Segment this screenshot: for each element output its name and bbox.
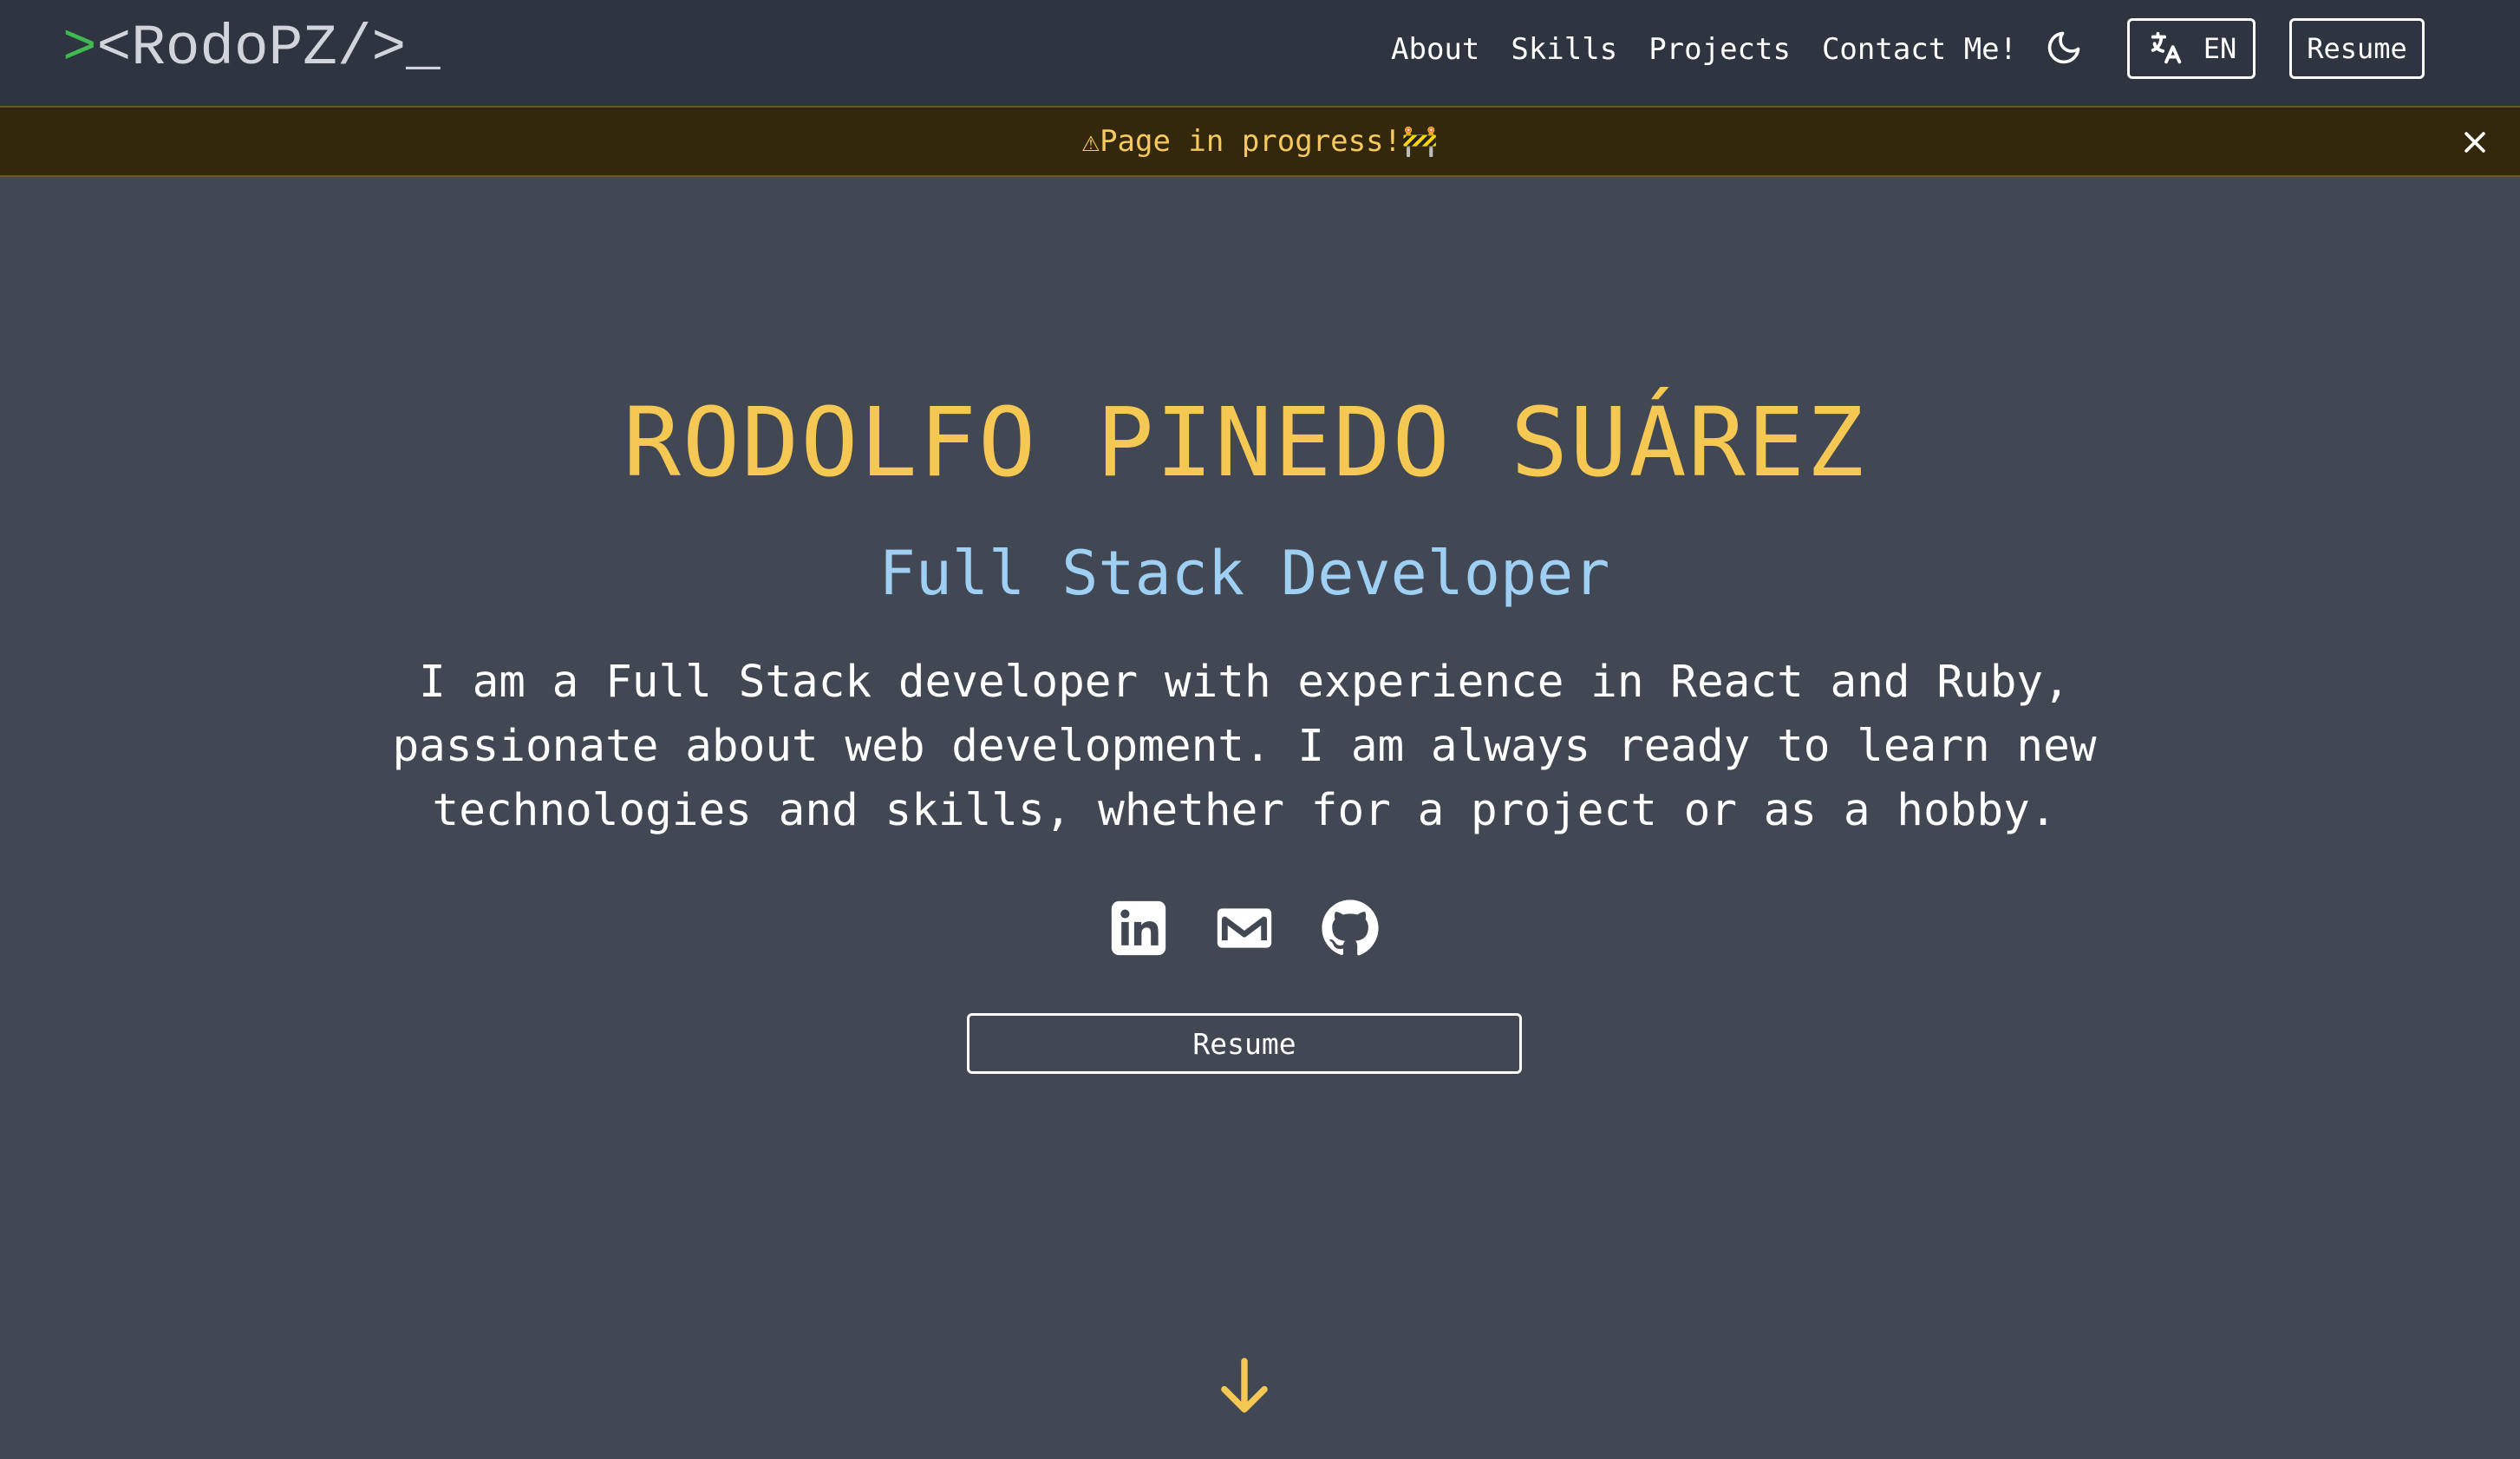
logo-prompt: > bbox=[62, 16, 97, 81]
language-button[interactable]: EN bbox=[2127, 18, 2256, 79]
hero-name: RODOLFO PINEDO SUÁREZ bbox=[623, 387, 1866, 498]
navbar: ><RodoPZ/>_ About Skills Projects Contac… bbox=[0, 0, 2520, 106]
arrow-down-icon bbox=[1221, 1358, 1268, 1413]
nav-link-projects[interactable]: Projects bbox=[1648, 28, 1791, 71]
linkedin-icon bbox=[1111, 900, 1166, 956]
theme-toggle-button[interactable] bbox=[2042, 26, 2086, 69]
gmail-link[interactable] bbox=[1214, 898, 1275, 958]
nav-link-contact[interactable]: Contact Me! bbox=[1822, 28, 2017, 71]
github-link[interactable] bbox=[1320, 898, 1381, 958]
nav-link-skills[interactable]: Skills bbox=[1511, 28, 1617, 71]
hero-role: Full Stack Developer bbox=[878, 538, 1610, 609]
resume-nav-button[interactable]: Resume bbox=[2289, 18, 2425, 79]
moon-icon bbox=[2047, 31, 2080, 64]
gmail-icon bbox=[1217, 908, 1272, 948]
github-icon bbox=[1322, 900, 1379, 956]
nav-links: About Skills Projects Contact Me! bbox=[1391, 28, 2017, 71]
language-label: EN bbox=[2203, 32, 2237, 65]
progress-banner: ⚠Page in progress!🚧 bbox=[0, 106, 2520, 177]
linkedin-link[interactable] bbox=[1108, 898, 1169, 958]
close-icon bbox=[2465, 132, 2485, 153]
translate-icon bbox=[2151, 31, 2181, 64]
hero-description: I am a Full Stack developer with experie… bbox=[392, 657, 2097, 836]
scroll-down-button[interactable] bbox=[1212, 1353, 1276, 1417]
social-links bbox=[1108, 898, 1381, 958]
banner-text: ⚠Page in progress!🚧 bbox=[1081, 124, 1439, 159]
resume-button[interactable]: Resume bbox=[967, 1013, 1522, 1074]
nav-link-about[interactable]: About bbox=[1391, 28, 1479, 71]
logo-cursor: _ bbox=[406, 16, 441, 81]
logo-text: <RodoPZ/> bbox=[96, 16, 407, 81]
site-logo[interactable]: ><RodoPZ/>_ bbox=[62, 14, 441, 83]
banner-close-button[interactable] bbox=[2458, 125, 2492, 160]
